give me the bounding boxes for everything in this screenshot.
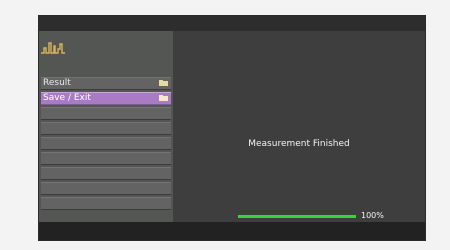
menu-item-empty[interactable] [41,137,171,150]
bottom-bar [39,222,425,240]
menu-item-empty[interactable] [41,197,171,210]
waveform-logo-icon [41,42,65,54]
progress-percent: 100% [361,211,384,220]
device-screen: Result Save / Exit Measurement Finished … [38,15,426,241]
status-message: Measurement Finished [248,139,350,149]
menu-item-empty[interactable] [41,107,171,120]
menu-item-empty[interactable] [41,182,171,195]
menu-list: Result Save / Exit [41,77,171,212]
menu-item-label: Result [43,78,71,88]
menu-item-result[interactable]: Result [41,77,171,90]
progress-bar [238,215,356,218]
menu-item-label: Save / Exit [43,93,91,103]
main-panel: Measurement Finished [173,31,425,224]
menu-item-save-exit[interactable]: Save / Exit [41,92,171,105]
folder-icon [159,95,168,101]
folder-icon [159,80,168,86]
top-bar [39,16,425,31]
menu-item-empty[interactable] [41,167,171,180]
progress-bar-fill [238,215,356,218]
menu-item-empty[interactable] [41,152,171,165]
menu-item-empty[interactable] [41,122,171,135]
